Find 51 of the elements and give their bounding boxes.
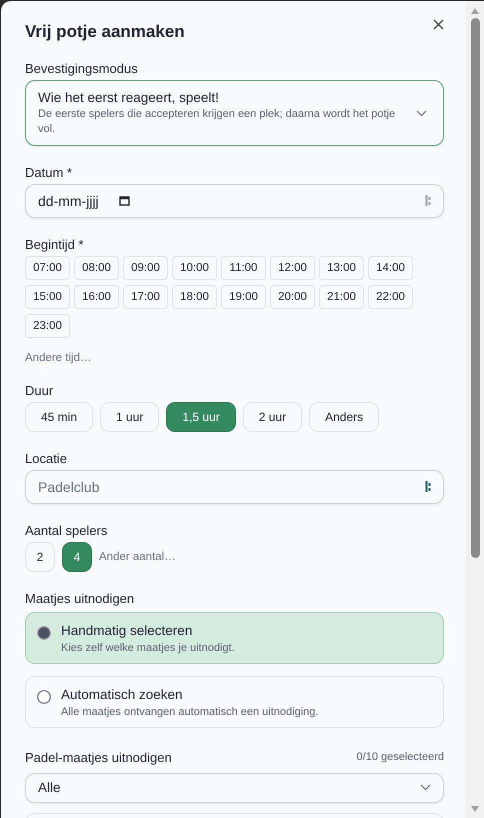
date-field[interactable]: dd-mm-jjjj	[25, 184, 444, 218]
player-count-option[interactable]: 4	[62, 542, 92, 572]
other-count-link[interactable]: Ander aantal…	[99, 550, 176, 563]
time-option[interactable]: 13:00	[319, 256, 364, 280]
time-option[interactable]: 14:00	[368, 256, 413, 280]
radio-option-card[interactable]: Handmatig selecteren Kies zelf welke maatjes je uitnodigt.	[25, 612, 444, 664]
filter-select[interactable]: Alle	[25, 772, 444, 803]
duration-option[interactable]: 2 uur	[242, 402, 302, 432]
time-option[interactable]: 11:00	[221, 256, 266, 280]
dialog-title: Vrij potje aanmaken	[25, 22, 185, 42]
option-description: Alle maatjes ontvangen automatisch een uitnodiging.	[61, 706, 318, 718]
select-description: De eerste spelers die accepteren krijgen een plek; daarna wordt het potje vol.	[38, 107, 396, 137]
field-label: Begintijd *	[25, 236, 85, 252]
field-label: Duur	[25, 382, 54, 398]
duration-option[interactable]: 45 min	[25, 402, 94, 432]
mode-select[interactable]: Wie het eerst reageert, speelt! De eerste spelers die accepteren krijgen een plek; daarna wordt het potje vol.	[25, 80, 444, 146]
player-count-option[interactable]: 2	[25, 542, 55, 572]
field-label: Aantal spelers	[25, 522, 108, 538]
time-option[interactable]: 21:00	[319, 284, 364, 309]
time-option[interactable]: 22:00	[368, 284, 413, 309]
field-label: Bevestigingsmodus	[25, 61, 139, 76]
other-time-link[interactable]: Andere tijd…	[25, 352, 444, 364]
location-placeholder: Padelclub	[38, 478, 100, 495]
location-field[interactable]: Padelclub	[25, 470, 444, 504]
time-option[interactable]: 20:00	[270, 284, 315, 309]
time-option[interactable]: 15:00	[25, 284, 70, 309]
selected-count: 0/10 geselecteerd	[356, 751, 444, 764]
time-option[interactable]: 19:00	[221, 284, 266, 309]
time-option[interactable]: 12:00	[270, 256, 315, 280]
time-option[interactable]: 18:00	[172, 284, 217, 309]
date-value: dd-mm-jjjj	[38, 192, 99, 209]
field-label: Maatjes uitnodigen	[25, 590, 136, 606]
option-title: Handmatig selecteren	[61, 622, 194, 638]
duration-option[interactable]: Anders	[309, 402, 380, 432]
field-label: Locatie	[25, 450, 68, 466]
time-option[interactable]: 09:00	[123, 256, 168, 280]
time-option[interactable]: 16:00	[74, 284, 119, 309]
option-title: Automatisch zoeken	[61, 686, 184, 702]
radio-option-card[interactable]: Automatisch zoeken Alle maatjes ontvangen automatisch een uitnodiging.	[25, 676, 444, 728]
time-option[interactable]: 07:00	[25, 256, 70, 280]
time-option[interactable]: 17:00	[123, 284, 168, 309]
time-option[interactable]: 23:00	[25, 314, 70, 338]
time-option[interactable]: 08:00	[74, 256, 119, 280]
time-option[interactable]: 10:00	[172, 256, 217, 280]
duration-option[interactable]: 1,5 uur	[166, 402, 236, 432]
select-value: Alle	[38, 780, 62, 796]
field-label: Padel-maatjes uitnodigen	[25, 750, 172, 765]
field-label: Datum *	[25, 164, 73, 180]
duration-option[interactable]: 1 uur	[100, 402, 160, 432]
select-value: Wie het eerst reageert, speelt!	[38, 90, 220, 105]
option-description: Kies zelf welke maatjes je uitnodigt.	[61, 642, 235, 654]
